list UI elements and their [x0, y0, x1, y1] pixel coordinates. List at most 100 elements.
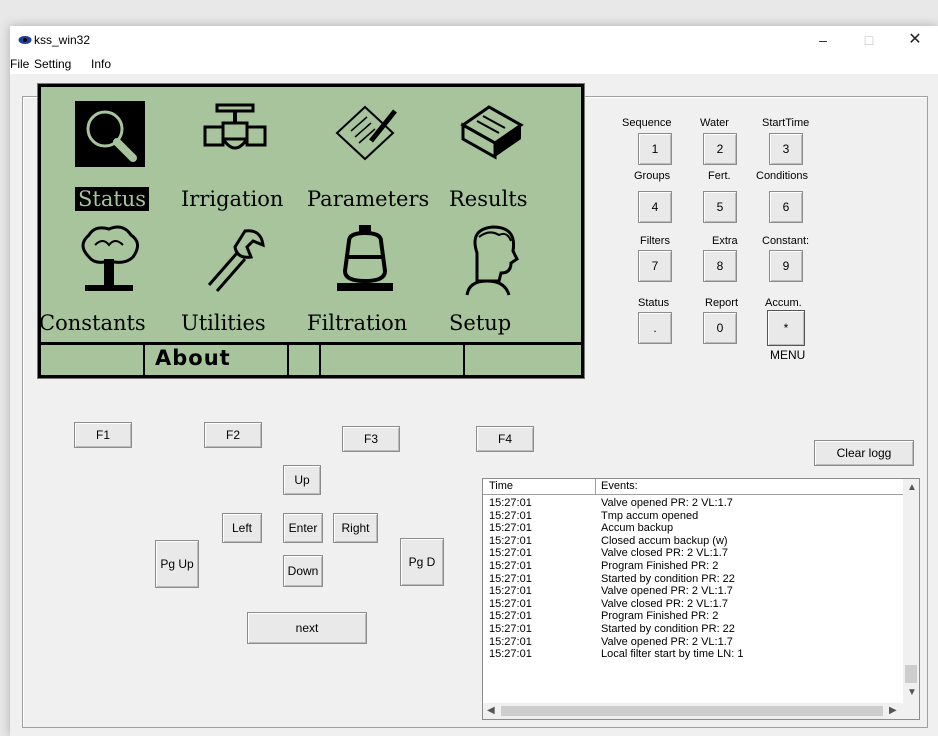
- lcd-item-filtration[interactable]: Filtration: [307, 311, 407, 335]
- key-1[interactable]: 1: [638, 133, 672, 165]
- next-button[interactable]: next: [247, 612, 367, 644]
- log-time: 15:27:01: [489, 597, 532, 610]
- key-9[interactable]: 9: [769, 250, 803, 282]
- scroll-right-icon[interactable]: ▶: [889, 705, 897, 716]
- lcd-display[interactable]: Status Irrigation Parameters Results Con…: [38, 84, 584, 378]
- f3-button[interactable]: F3: [342, 426, 400, 452]
- lcd-item-irrigation[interactable]: Irrigation: [181, 187, 283, 211]
- key-4[interactable]: 4: [638, 191, 672, 223]
- key-0[interactable]: 0: [703, 312, 737, 344]
- key-3[interactable]: 3: [769, 133, 803, 165]
- enter-button[interactable]: Enter: [283, 513, 323, 543]
- title-bar: kss_win32 – □ ✕: [10, 26, 938, 54]
- lcd-item-setup[interactable]: Setup: [449, 311, 511, 335]
- horizontal-scroll-thumb[interactable]: [501, 706, 883, 716]
- scroll-up-icon[interactable]: ▲: [907, 482, 917, 493]
- keypad-label-status: Status: [638, 297, 670, 309]
- head-icon[interactable]: [459, 223, 525, 297]
- key-dot[interactable]: .: [638, 312, 672, 344]
- left-button[interactable]: Left: [222, 513, 262, 543]
- log-event: Valve opened PR: 2 VL:1.7: [601, 635, 733, 648]
- menu-bar: File Setting Info: [10, 54, 938, 74]
- page-up-button[interactable]: Pg Up: [155, 540, 199, 588]
- log-time: 15:27:01: [489, 610, 532, 623]
- log-time: 15:27:01: [489, 635, 532, 648]
- log-row[interactable]: 15:27:01 Program Finished PR: 2: [483, 610, 903, 622]
- key-2[interactable]: 2: [703, 133, 737, 165]
- f2-button[interactable]: F2: [204, 422, 262, 448]
- keypad-label-water: Water: [700, 117, 729, 129]
- keypad-label-extra: Extra: [712, 235, 738, 247]
- clear-log-button[interactable]: Clear logg: [814, 440, 914, 466]
- log-time: 15:27:01: [489, 585, 532, 598]
- log-event: Program Finished PR: 2: [601, 610, 719, 623]
- close-button[interactable]: ✕: [892, 26, 938, 54]
- f1-button[interactable]: F1: [74, 422, 132, 448]
- up-button[interactable]: Up: [283, 465, 321, 495]
- key-8[interactable]: 8: [703, 250, 737, 282]
- log-row[interactable]: 15:27:01 Tmp accum opened: [483, 510, 903, 522]
- document-pen-icon[interactable]: [331, 101, 401, 163]
- valve-icon[interactable]: [203, 103, 267, 159]
- log-time: 15:27:01: [489, 497, 532, 509]
- tree-icon[interactable]: [73, 223, 145, 297]
- log-row[interactable]: 15:27:01 Valve closed PR: 2 VL:1.7: [483, 598, 903, 610]
- key-6[interactable]: 6: [769, 191, 803, 223]
- page-down-button[interactable]: Pg D: [400, 538, 444, 586]
- key-7[interactable]: 7: [638, 250, 672, 282]
- maximize-button[interactable]: □: [846, 26, 892, 54]
- f4-button[interactable]: F4: [476, 426, 534, 452]
- scroll-down-icon[interactable]: ▼: [907, 687, 917, 698]
- printer-icon[interactable]: [459, 103, 525, 161]
- keypad-label-groups: Groups: [634, 170, 671, 182]
- lcd-softkey-bar: About: [41, 342, 581, 375]
- magnifier-icon[interactable]: [75, 101, 145, 167]
- lcd-item-results[interactable]: Results: [449, 187, 527, 211]
- key-star[interactable]: *: [767, 310, 805, 346]
- log-row[interactable]: 15:27:01 Program Finished PR: 2: [483, 560, 903, 572]
- down-button[interactable]: Down: [283, 555, 323, 587]
- log-row[interactable]: 15:27:01 Valve opened PR: 2 VL:1.7: [483, 497, 903, 509]
- keypad-label-filters: Filters: [640, 235, 670, 247]
- key-5[interactable]: 5: [703, 191, 737, 223]
- log-time: 15:27:01: [489, 547, 532, 560]
- log-row[interactable]: 15:27:01 Valve opened PR: 2 VL:1.7: [483, 636, 903, 648]
- log-event: Started by condition PR: 22: [601, 623, 735, 635]
- log-row[interactable]: 15:27:01 Valve closed PR: 2 VL:1.7: [483, 547, 903, 559]
- log-event: Valve closed PR: 2 VL:1.7: [601, 597, 728, 610]
- horizontal-scrollbar[interactable]: ◀ ▶: [483, 703, 903, 719]
- log-event: Closed accum backup (w): [601, 534, 728, 547]
- lcd-item-constants[interactable]: Constants: [41, 311, 146, 335]
- log-row[interactable]: 15:27:01 Local filter start by time LN: 1: [483, 648, 903, 660]
- minimize-button[interactable]: –: [800, 26, 846, 54]
- menu-setting[interactable]: Setting: [34, 57, 71, 71]
- log-row[interactable]: 15:27:01 Accum backup: [483, 522, 903, 534]
- log-row[interactable]: 15:27:01 Valve opened PR: 2 VL:1.7: [483, 585, 903, 597]
- right-button[interactable]: Right: [333, 513, 378, 543]
- log-row[interactable]: 15:27:01 Started by condition PR: 22: [483, 623, 903, 635]
- log-time: 15:27:01: [489, 648, 532, 661]
- event-log[interactable]: Time Events: 15:27:01 Valve opened PR: 2 …: [482, 478, 920, 720]
- log-event: Program Finished PR: 2: [601, 560, 719, 572]
- lcd-item-status[interactable]: Status: [75, 187, 150, 211]
- wrench-icon[interactable]: [201, 227, 269, 293]
- log-row[interactable]: 15:27:01 Closed accum backup (w): [483, 535, 903, 547]
- keypad-label-starttime: StartTime: [762, 117, 810, 129]
- log-event: Valve opened PR: 2 VL:1.7: [601, 497, 733, 509]
- vertical-scrollbar[interactable]: ▲ ▼: [903, 479, 919, 703]
- log-event: Local filter start by time LN: 1: [601, 648, 744, 661]
- filter-icon[interactable]: [337, 223, 393, 295]
- keypad-label-constant: Constant:: [762, 235, 810, 247]
- log-header-events[interactable]: Events:: [601, 480, 638, 492]
- scroll-left-icon[interactable]: ◀: [487, 705, 495, 716]
- lcd-item-utilities[interactable]: Utilities: [181, 311, 266, 335]
- lcd-about-label[interactable]: About: [155, 346, 231, 370]
- lcd-item-parameters[interactable]: Parameters: [307, 187, 429, 211]
- vertical-scroll-thumb[interactable]: [905, 665, 917, 683]
- log-header-time[interactable]: Time: [489, 480, 513, 492]
- menu-info[interactable]: Info: [91, 57, 111, 71]
- log-event: Valve opened PR: 2 VL:1.7: [601, 585, 733, 598]
- keypad-label-accum: Accum.: [765, 297, 802, 309]
- menu-file[interactable]: File: [10, 57, 29, 71]
- log-row[interactable]: 15:27:01 Started by condition PR: 22: [483, 573, 903, 585]
